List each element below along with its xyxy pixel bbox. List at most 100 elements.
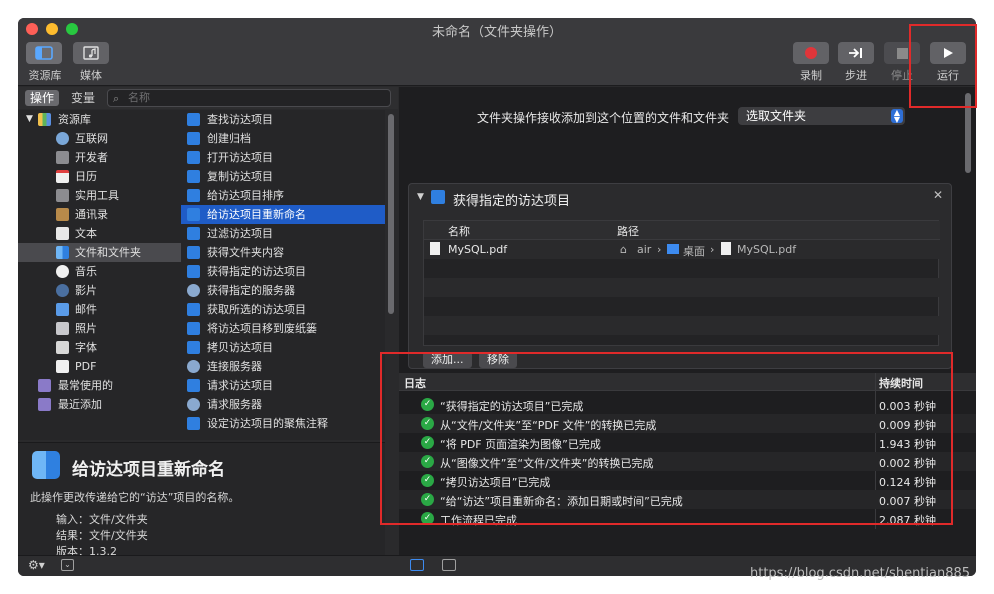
step-button[interactable]: [838, 42, 874, 64]
action-item[interactable]: 请求访达项目: [181, 376, 385, 395]
library-icon: [38, 113, 51, 126]
chevron-updown-icon: ▲ ▼: [891, 109, 903, 124]
path-desktop: 桌面: [683, 245, 705, 258]
table-row-empty: [424, 259, 940, 278]
action-item[interactable]: 获得指定的访达项目: [181, 262, 385, 281]
library-item-recently-added[interactable]: 最近添加: [18, 395, 181, 414]
table-row-empty: [424, 297, 940, 316]
chevron-right-icon: ›: [710, 243, 715, 256]
workflow-scrollbar[interactable]: [961, 87, 975, 367]
window-title: 未命名（文件夹操作）: [431, 25, 562, 40]
library-root[interactable]: ▼ 资源库: [18, 110, 181, 129]
smart-folder-icon: [38, 379, 51, 392]
action-card-get-specified-finder-items: ▼ 获得指定的访达项目 ✕ 名称 路径 MySQL.pdf ⌂ air › 桌面…: [408, 183, 952, 369]
file-table-header: 名称 路径: [424, 221, 940, 240]
library-item-label: 影片: [75, 284, 97, 297]
scrollbar-thumb[interactable]: [388, 114, 394, 314]
library-item-label: 通讯录: [75, 208, 108, 221]
library-item-most-used[interactable]: 最常使用的: [18, 376, 181, 395]
search-placeholder: 名称: [128, 91, 150, 104]
library-item-calendar[interactable]: 日历: [18, 167, 181, 186]
description-title: 给访达项目重新命名: [72, 460, 225, 480]
watermark: https://blog.csdn.net/shentian885: [750, 566, 971, 581]
gear-icon[interactable]: ⚙▾: [28, 558, 45, 572]
finder-icon: [187, 208, 200, 221]
media-label: 媒体: [80, 69, 102, 82]
disclosure-triangle-icon: ▼: [26, 114, 33, 124]
mail-icon: [56, 303, 69, 316]
action-item[interactable]: 请求服务器: [181, 395, 385, 414]
action-item[interactable]: 获得文件夹内容: [181, 243, 385, 262]
flow-view-icon[interactable]: [442, 559, 456, 571]
action-item[interactable]: 连接服务器: [181, 357, 385, 376]
action-item[interactable]: 复制访达项目: [181, 167, 385, 186]
search-input[interactable]: ⌕ 名称: [107, 89, 391, 107]
col-name[interactable]: 名称: [448, 223, 470, 239]
action-item[interactable]: 创建归档: [181, 129, 385, 148]
action-item[interactable]: 将访达项目移到废纸篓: [181, 319, 385, 338]
text-doc-icon: [56, 227, 69, 240]
library-item-text[interactable]: 文本: [18, 224, 181, 243]
stop-icon: [896, 47, 908, 59]
finder-icon: [187, 113, 200, 126]
library-item-label: 日历: [75, 170, 97, 183]
smart-folder-icon: [38, 398, 51, 411]
library-item-photos[interactable]: 照片: [18, 319, 181, 338]
close-icon[interactable]: ✕: [933, 188, 943, 202]
action-item[interactable]: 设定访达项目的聚焦注释: [181, 414, 385, 433]
list-view-icon[interactable]: [410, 559, 424, 571]
finder-icon: [187, 189, 200, 202]
table-row[interactable]: MySQL.pdf ⌂ air › 桌面 › MySQL.pdf: [424, 240, 940, 259]
action-item[interactable]: 拷贝访达项目: [181, 338, 385, 357]
library-header: 操作 变量 ⌕ 名称: [18, 87, 398, 109]
library-item-label: PDF: [75, 360, 97, 373]
library-item-developer[interactable]: 开发者: [18, 148, 181, 167]
workflow-bottom: [399, 529, 976, 555]
library-item-contacts[interactable]: 通讯录: [18, 205, 181, 224]
input-value: 文件/文件夹: [89, 513, 148, 526]
library-toggle-button[interactable]: [26, 42, 62, 64]
table-row-empty: [424, 316, 940, 335]
action-item-label: 创建归档: [207, 132, 251, 145]
library-item-movies[interactable]: 影片: [18, 281, 181, 300]
action-item[interactable]: 获得指定的服务器: [181, 281, 385, 300]
library-item-label: 互联网: [75, 132, 108, 145]
library-item-fonts[interactable]: 字体: [18, 338, 181, 357]
folder-select[interactable]: 选取文件夹 ▲ ▼: [738, 107, 905, 125]
record-button[interactable]: [793, 42, 829, 64]
action-item[interactable]: 获取所选的访达项目: [181, 300, 385, 319]
action-item-selected[interactable]: 给访达项目重新命名: [181, 205, 385, 224]
media-button[interactable]: [73, 42, 109, 64]
tab-variables[interactable]: 变量: [66, 90, 100, 106]
action-item-label: 打开访达项目: [207, 151, 273, 164]
action-item-label: 获得指定的访达项目: [207, 265, 306, 278]
library-item-files-folders[interactable]: 文件和文件夹: [18, 243, 181, 262]
library-item-utilities[interactable]: 实用工具: [18, 186, 181, 205]
action-item[interactable]: 打开访达项目: [181, 148, 385, 167]
home-icon: ⌂: [620, 243, 627, 256]
library-item-label: 音乐: [75, 265, 97, 278]
action-item-label: 获取所选的访达项目: [207, 303, 306, 316]
col-path[interactable]: 路径: [617, 223, 639, 239]
server-globe-icon: [187, 360, 200, 373]
music-icon: [56, 265, 69, 278]
library-item-internet[interactable]: 互联网: [18, 129, 181, 148]
action-item[interactable]: 过滤访达项目: [181, 224, 385, 243]
action-item[interactable]: 查找访达项目: [181, 110, 385, 129]
annotation-box-run: [909, 24, 977, 108]
library-item-pdf[interactable]: PDF: [18, 357, 181, 376]
movie-icon: [56, 284, 69, 297]
action-item-label: 请求服务器: [207, 398, 262, 411]
calendar-icon: [56, 170, 69, 183]
description-toggle-icon[interactable]: ⌄: [61, 559, 74, 571]
action-item-label: 连接服务器: [207, 360, 262, 373]
action-item-label: 拷贝访达项目: [207, 341, 273, 354]
finder-icon: [56, 246, 69, 259]
action-item[interactable]: 给访达项目排序: [181, 186, 385, 205]
folder-action-receive-label: 文件夹操作接收添加到这个位置的文件和文件夹: [476, 111, 729, 125]
step-label: 步进: [845, 69, 867, 82]
tab-actions[interactable]: 操作: [25, 90, 60, 106]
disclosure-triangle-icon[interactable]: ▼: [417, 192, 424, 202]
library-item-mail[interactable]: 邮件: [18, 300, 181, 319]
library-item-music[interactable]: 音乐: [18, 262, 181, 281]
